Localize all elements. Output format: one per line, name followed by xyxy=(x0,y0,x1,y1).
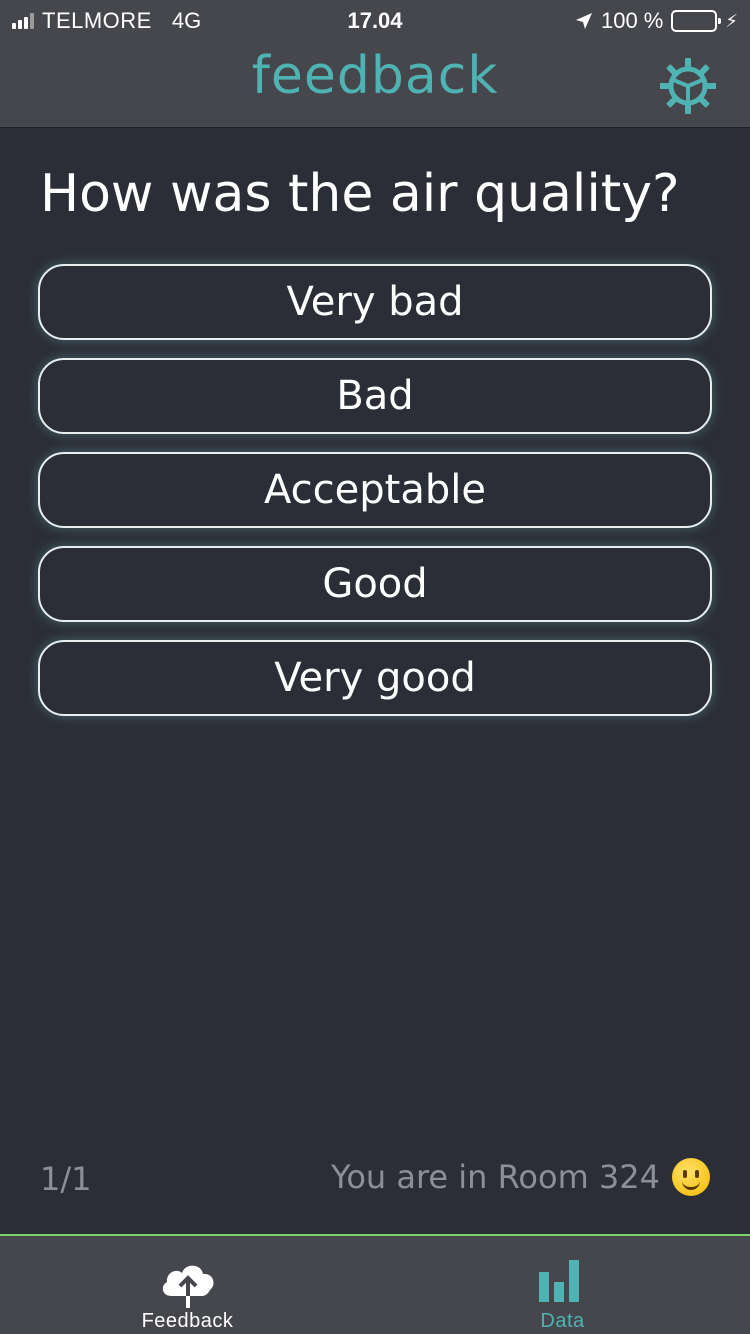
bar-chart-icon xyxy=(538,1260,579,1302)
cloud-upload-icon xyxy=(162,1265,214,1308)
tab-bar: Feedback Data xyxy=(0,1234,750,1334)
battery-icon xyxy=(671,10,722,32)
settings-button[interactable] xyxy=(658,56,718,116)
option-very-bad-button[interactable]: Very bad xyxy=(38,264,712,340)
location-arrow-icon xyxy=(575,13,592,29)
tab-data-label: Data xyxy=(540,1310,585,1332)
answer-options: Very bad Bad Acceptable Good Very good xyxy=(38,264,712,734)
option-very-good-button[interactable]: Very good xyxy=(38,640,712,716)
smiley-icon xyxy=(672,1158,710,1196)
question-text: How was the air quality? xyxy=(40,164,680,224)
room-info: You are in Room 324 xyxy=(331,1158,710,1196)
option-bad-button[interactable]: Bad xyxy=(38,358,712,434)
charging-icon: ⚡ xyxy=(725,10,738,31)
tab-feedback-label: Feedback xyxy=(141,1310,234,1332)
page-indicator: 1/1 xyxy=(40,1160,92,1198)
header: TELMORE 4G 17.04 100 % ⚡ feedback xyxy=(0,0,750,128)
status-bar: TELMORE 4G 17.04 100 % ⚡ xyxy=(0,0,750,40)
tab-data[interactable]: Data xyxy=(375,1236,750,1334)
option-acceptable-button[interactable]: Acceptable xyxy=(38,452,712,528)
app-title: feedback xyxy=(251,46,499,106)
status-right: 100 % ⚡ xyxy=(575,8,738,34)
room-text: You are in Room 324 xyxy=(331,1158,660,1196)
tab-feedback[interactable]: Feedback xyxy=(0,1236,375,1334)
battery-percent: 100 % xyxy=(600,8,664,33)
option-good-button[interactable]: Good xyxy=(38,546,712,622)
gear-icon xyxy=(660,58,716,114)
